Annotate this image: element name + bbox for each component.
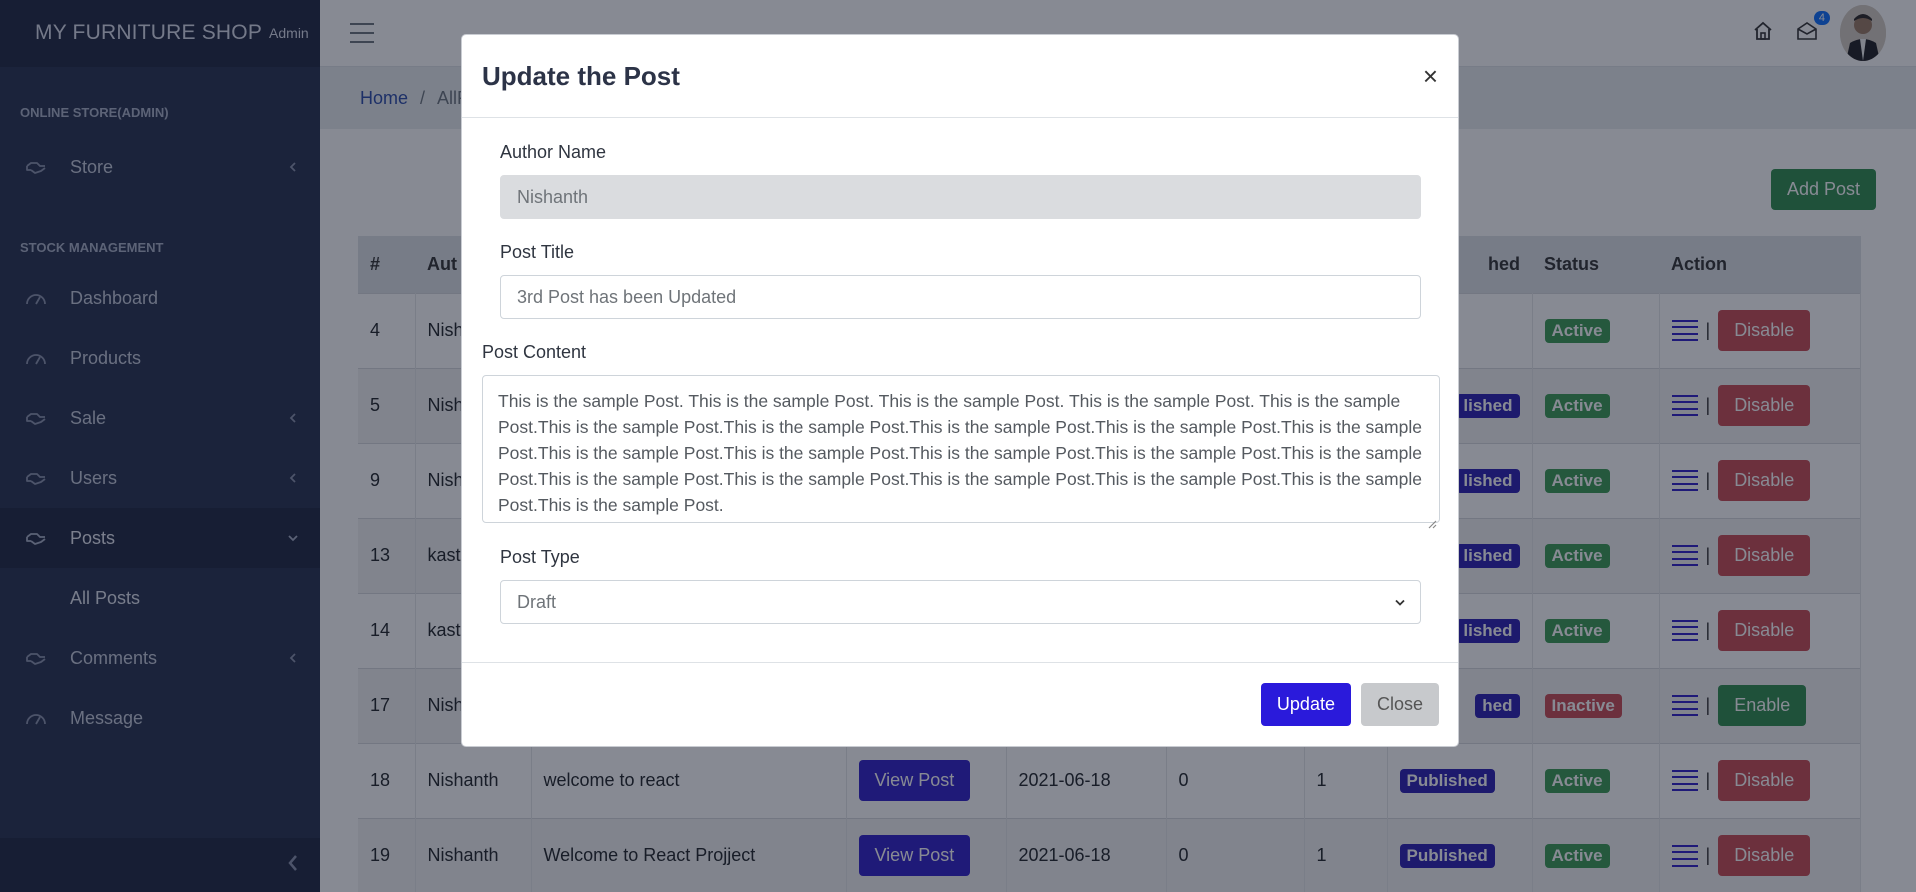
update-button[interactable]: Update bbox=[1260, 683, 1351, 726]
post-title-label: Post Title bbox=[500, 242, 575, 262]
author-name-label: Author Name bbox=[500, 142, 607, 162]
post-type-selected: Draft bbox=[517, 591, 557, 612]
post-content-textarea[interactable]: This is the sample Post. This is the sam… bbox=[482, 375, 1440, 529]
post-content-label: Post Content bbox=[482, 342, 587, 362]
post-type-label: Post Type bbox=[500, 547, 580, 567]
post-content-text: This is the sample Post. This is the sam… bbox=[498, 391, 1422, 515]
post-type-select[interactable]: Draft bbox=[500, 580, 1421, 624]
modal-title: Update the Post bbox=[482, 60, 680, 91]
author-name-field: Nishanth bbox=[500, 175, 1421, 219]
chevron-down-icon bbox=[1394, 592, 1406, 613]
update-post-modal: Update the Post × Author Name Nishanth P… bbox=[461, 34, 1459, 747]
close-button[interactable]: Close bbox=[1360, 683, 1439, 726]
resize-grip-icon[interactable] bbox=[1427, 510, 1437, 529]
modal-body: Author Name Nishanth Post Title 3rd Post… bbox=[462, 118, 1458, 664]
post-title-input[interactable]: 3rd Post has been Updated bbox=[500, 275, 1421, 319]
modal-footer: Update Close bbox=[462, 662, 1458, 746]
close-icon[interactable]: × bbox=[1423, 63, 1438, 89]
modal-header: Update the Post × bbox=[462, 35, 1458, 118]
